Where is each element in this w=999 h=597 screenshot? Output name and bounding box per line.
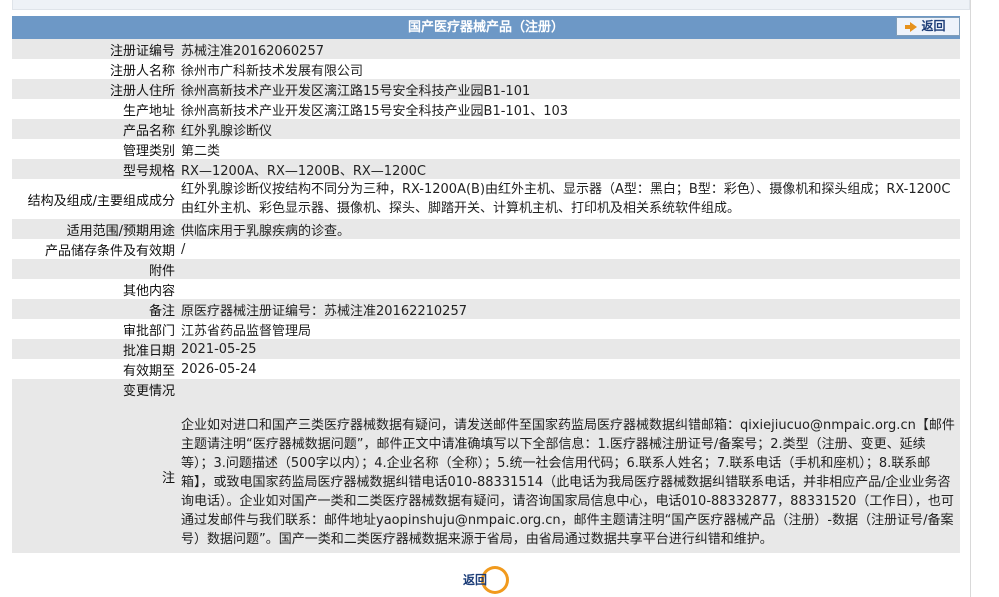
table-row: 注册人名称 徐州市广科新技术发展有限公司 xyxy=(12,59,960,79)
detail-table: 注册证编号 苏械注准20162060257 注册人名称 徐州市广科新技术发展有限公司注… xyxy=(12,39,960,553)
table-row: 结构及组成/主要组成成分 红外乳腺诊断仪按结构不同分为三种，RX-1200A(B)… xyxy=(12,179,960,219)
right-scroll-area xyxy=(970,0,999,597)
row-label: 型号规格 xyxy=(122,163,175,179)
note-text: 企业如对进口和国产三类医疗器械数据有疑问，请发送邮件至国家药监局医疗器械数据纠错… xyxy=(181,418,955,547)
table-row: 产品名称 红外乳腺诊断仪 xyxy=(12,119,960,139)
table-row: 备注 原医疗器械注册证编号：苏械注准20162210257 xyxy=(12,299,960,319)
row-label: 管理类别 xyxy=(122,143,175,159)
back-button-top[interactable]: 返回 xyxy=(896,17,960,36)
table-row: 审批部门 江苏省药品监督管理局 xyxy=(12,319,960,339)
row-value: 原医疗器械注册证编号：苏械注准20162210257 xyxy=(181,303,467,319)
table-row: 有效期至 2026-05-24 xyxy=(12,359,960,379)
row-label: 批准日期 xyxy=(122,343,175,359)
table-row: 变更情况 xyxy=(12,379,960,399)
row-value: RX—1200A、RX—1200B、RX—1200C xyxy=(181,163,426,179)
row-value: / xyxy=(181,241,186,257)
row-value: 第二类 xyxy=(181,143,221,159)
back-button-bottom[interactable]: 返回 xyxy=(463,566,511,594)
row-value xyxy=(178,259,960,279)
table-row: 其他内容 xyxy=(12,279,960,299)
top-strip xyxy=(12,0,970,10)
table-row: 批准日期 2021-05-25 xyxy=(12,339,960,359)
row-label: 产品储存条件及有效期 xyxy=(44,243,175,259)
table-row: 管理类别 第二类 xyxy=(12,139,960,159)
note-label: 注 xyxy=(161,470,175,486)
page-title: 国产医疗器械产品（注册） xyxy=(407,20,564,35)
row-value: 徐州高新技术产业开发区漓江路15号安全科技产业园B1-101 xyxy=(181,83,531,99)
row-label: 生产地址 xyxy=(122,103,175,119)
table-row: 适用范围/预期用途 供临床用于乳腺疾病的诊查。 xyxy=(12,219,960,239)
row-value: 红外乳腺诊断仪按结构不同分为三种，RX-1200A(B)由红外主机、显示器（A型… xyxy=(181,182,951,216)
row-value xyxy=(178,279,960,299)
table-row: 注册证编号 苏械注准20162060257 xyxy=(12,39,960,59)
row-label: 适用范围/预期用途 xyxy=(66,223,175,239)
row-label: 变更情况 xyxy=(122,383,175,399)
row-value: 苏械注准20162060257 xyxy=(181,43,324,59)
arrow-right-icon xyxy=(905,21,918,32)
note-row: 注企业如对进口和国产三类医疗器械数据有疑问，请发送邮件至国家药监局医疗器械数据纠… xyxy=(12,399,960,553)
row-label: 备注 xyxy=(148,303,175,319)
table-row: 注册人住所 徐州高新技术产业开发区漓江路15号安全科技产业园B1-101 xyxy=(12,79,960,99)
row-label: 结构及组成/主要组成成分 xyxy=(27,193,175,209)
row-value: 红外乳腺诊断仪 xyxy=(181,123,273,139)
row-label: 注册人名称 xyxy=(109,63,175,79)
detail-panel: 国产医疗器械产品（注册） 返回 注册证编号 苏械注准20162060257 注册人名… xyxy=(12,16,960,553)
row-label: 审批部门 xyxy=(122,323,175,339)
row-value xyxy=(178,379,960,399)
row-label: 注册证编号 xyxy=(109,43,175,59)
row-label: 有效期至 xyxy=(122,363,175,379)
table-row: 产品储存条件及有效期 / xyxy=(12,239,960,259)
row-value: 江苏省药品监督管理局 xyxy=(181,323,312,339)
row-value: 2026-05-24 xyxy=(181,361,257,377)
table-row: 附件 xyxy=(12,259,960,279)
left-margin xyxy=(0,0,8,597)
row-value: 供临床用于乳腺疾病的诊查。 xyxy=(181,223,351,239)
row-label: 注册人住所 xyxy=(109,83,175,99)
panel-header: 国产医疗器械产品（注册） 返回 xyxy=(12,16,960,39)
row-value: 徐州市广科新技术发展有限公司 xyxy=(181,63,364,79)
row-label: 其他内容 xyxy=(122,283,175,299)
back-button-label: 返回 xyxy=(921,19,946,33)
row-value: 徐州高新技术产业开发区漓江路15号安全科技产业园B1-101、103 xyxy=(181,103,569,119)
row-value: 2021-05-25 xyxy=(181,341,257,357)
table-row: 型号规格 RX—1200A、RX—1200B、RX—1200C xyxy=(12,159,960,179)
table-row: 生产地址 徐州高新技术产业开发区漓江路15号安全科技产业园B1-101、103 xyxy=(12,99,960,119)
row-label: 产品名称 xyxy=(122,123,175,139)
back-button-bottom-label: 返回 xyxy=(463,573,488,587)
row-label: 附件 xyxy=(148,263,175,279)
